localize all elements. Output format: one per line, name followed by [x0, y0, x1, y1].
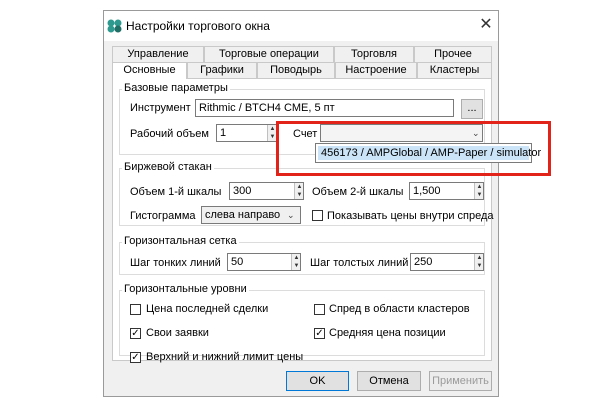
group-hgrid-label: Горизонтальная сетка — [122, 235, 239, 247]
ok-button[interactable]: OK — [286, 371, 349, 391]
tab-clusters[interactable]: Кластеры — [417, 62, 492, 78]
limits-checkbox[interactable]: ✓ — [130, 352, 141, 363]
show-prices-checkbox[interactable] — [312, 210, 323, 221]
my-orders-checkbox[interactable]: ✓ — [130, 328, 141, 339]
scale2-stepper[interactable]: ▲ ▼ — [474, 183, 483, 199]
tab-charts[interactable]: Графики — [187, 62, 257, 78]
thick-lines-stepper[interactable]: ▲ ▼ — [474, 254, 483, 270]
volume-value: 1 — [220, 127, 227, 139]
instrument-browse-button[interactable]: ... — [461, 99, 483, 119]
stepper-down-icon[interactable]: ▼ — [476, 192, 483, 198]
tab-mood[interactable]: Настроение — [335, 62, 417, 78]
last-trade-label: Цена последней сделки — [146, 303, 269, 315]
highlight-box — [276, 121, 551, 176]
tab-trading[interactable]: Торговля — [334, 46, 414, 62]
stepper-down-icon[interactable]: ▼ — [269, 134, 276, 140]
stepper-up-icon[interactable]: ▲ — [296, 184, 303, 190]
title-bar[interactable]: Настройки торгового окна ✕ — [104, 11, 498, 41]
stepper-up-icon[interactable]: ▲ — [293, 255, 300, 261]
thin-lines-value: 50 — [231, 256, 244, 268]
scale2-label: Объем 2-й шкалы — [312, 186, 404, 198]
histogram-value: слева направо — [205, 209, 281, 221]
close-icon[interactable]: ✕ — [476, 15, 496, 35]
apply-button[interactable]: Применить — [429, 371, 492, 391]
cancel-button[interactable]: Отмена — [357, 371, 421, 391]
stepper-up-icon[interactable]: ▲ — [476, 255, 483, 261]
tab-guide[interactable]: Поводырь — [257, 62, 335, 78]
stepper-up-icon[interactable]: ▲ — [269, 126, 276, 132]
histogram-dropdown[interactable]: слева направо ⌄ — [201, 206, 301, 224]
scale1-label: Объем 1-й шкалы — [130, 186, 222, 198]
thin-lines-field[interactable]: 50 ▲ ▼ — [227, 253, 301, 271]
tab-other[interactable]: Прочее — [414, 46, 492, 62]
group-basic-label: Базовые параметры — [122, 82, 230, 94]
group-hlevels — [119, 290, 485, 356]
stepper-down-icon[interactable]: ▼ — [293, 263, 300, 269]
avg-price-label: Средняя цена позиции — [329, 327, 446, 339]
tab-trading-operations[interactable]: Торговые операции — [204, 46, 334, 62]
settings-dialog: Настройки торгового окна ✕ Управление То… — [103, 10, 499, 397]
volume-label: Рабочий объем — [130, 128, 209, 140]
scale1-stepper[interactable]: ▲ ▼ — [294, 183, 303, 199]
last-trade-checkbox[interactable] — [130, 304, 141, 315]
thick-lines-label: Шаг толстых линий — [310, 257, 409, 269]
spread-clusters-label: Спред в области кластеров — [329, 303, 470, 315]
thick-lines-field[interactable]: 250 ▲ ▼ — [410, 253, 484, 271]
thin-lines-stepper[interactable]: ▲ ▼ — [291, 254, 300, 270]
tab-management[interactable]: Управление — [112, 46, 204, 62]
instrument-label: Инструмент — [130, 102, 191, 114]
volume-stepper[interactable]: ▲ ▼ — [267, 125, 276, 141]
thick-lines-value: 250 — [414, 256, 433, 268]
group-hlevels-label: Горизонтальные уровни — [122, 283, 249, 295]
window-title: Настройки торгового окна — [126, 19, 270, 33]
spread-clusters-checkbox[interactable] — [314, 304, 325, 315]
avg-price-checkbox[interactable]: ✓ — [314, 328, 325, 339]
scale1-field[interactable]: 300 ▲ ▼ — [229, 182, 304, 200]
stepper-down-icon[interactable]: ▼ — [476, 263, 483, 269]
scale2-value: 1,500 — [413, 185, 441, 197]
group-orderbook-label: Биржевой стакан — [122, 161, 214, 173]
my-orders-label: Свои заявки — [146, 327, 209, 339]
tab-basic[interactable]: Основные — [112, 62, 187, 79]
histogram-label: Гистограмма — [130, 210, 196, 222]
limits-label: Верхний и нижний лимит цены — [146, 351, 304, 363]
volume-field[interactable]: 1 ▲ ▼ — [216, 124, 277, 142]
stepper-up-icon[interactable]: ▲ — [476, 184, 483, 190]
chevron-down-icon: ⌄ — [287, 210, 295, 220]
scale2-field[interactable]: 1,500 ▲ ▼ — [409, 182, 484, 200]
show-prices-label: Показывать цены внутри спреда — [327, 210, 494, 222]
instrument-field[interactable]: Rithmic / BTCH4 CME, 5 пт — [195, 99, 454, 117]
thin-lines-label: Шаг тонких линий — [130, 257, 221, 269]
scale1-value: 300 — [233, 185, 252, 197]
app-logo-icon — [107, 19, 122, 33]
stepper-down-icon[interactable]: ▼ — [296, 192, 303, 198]
